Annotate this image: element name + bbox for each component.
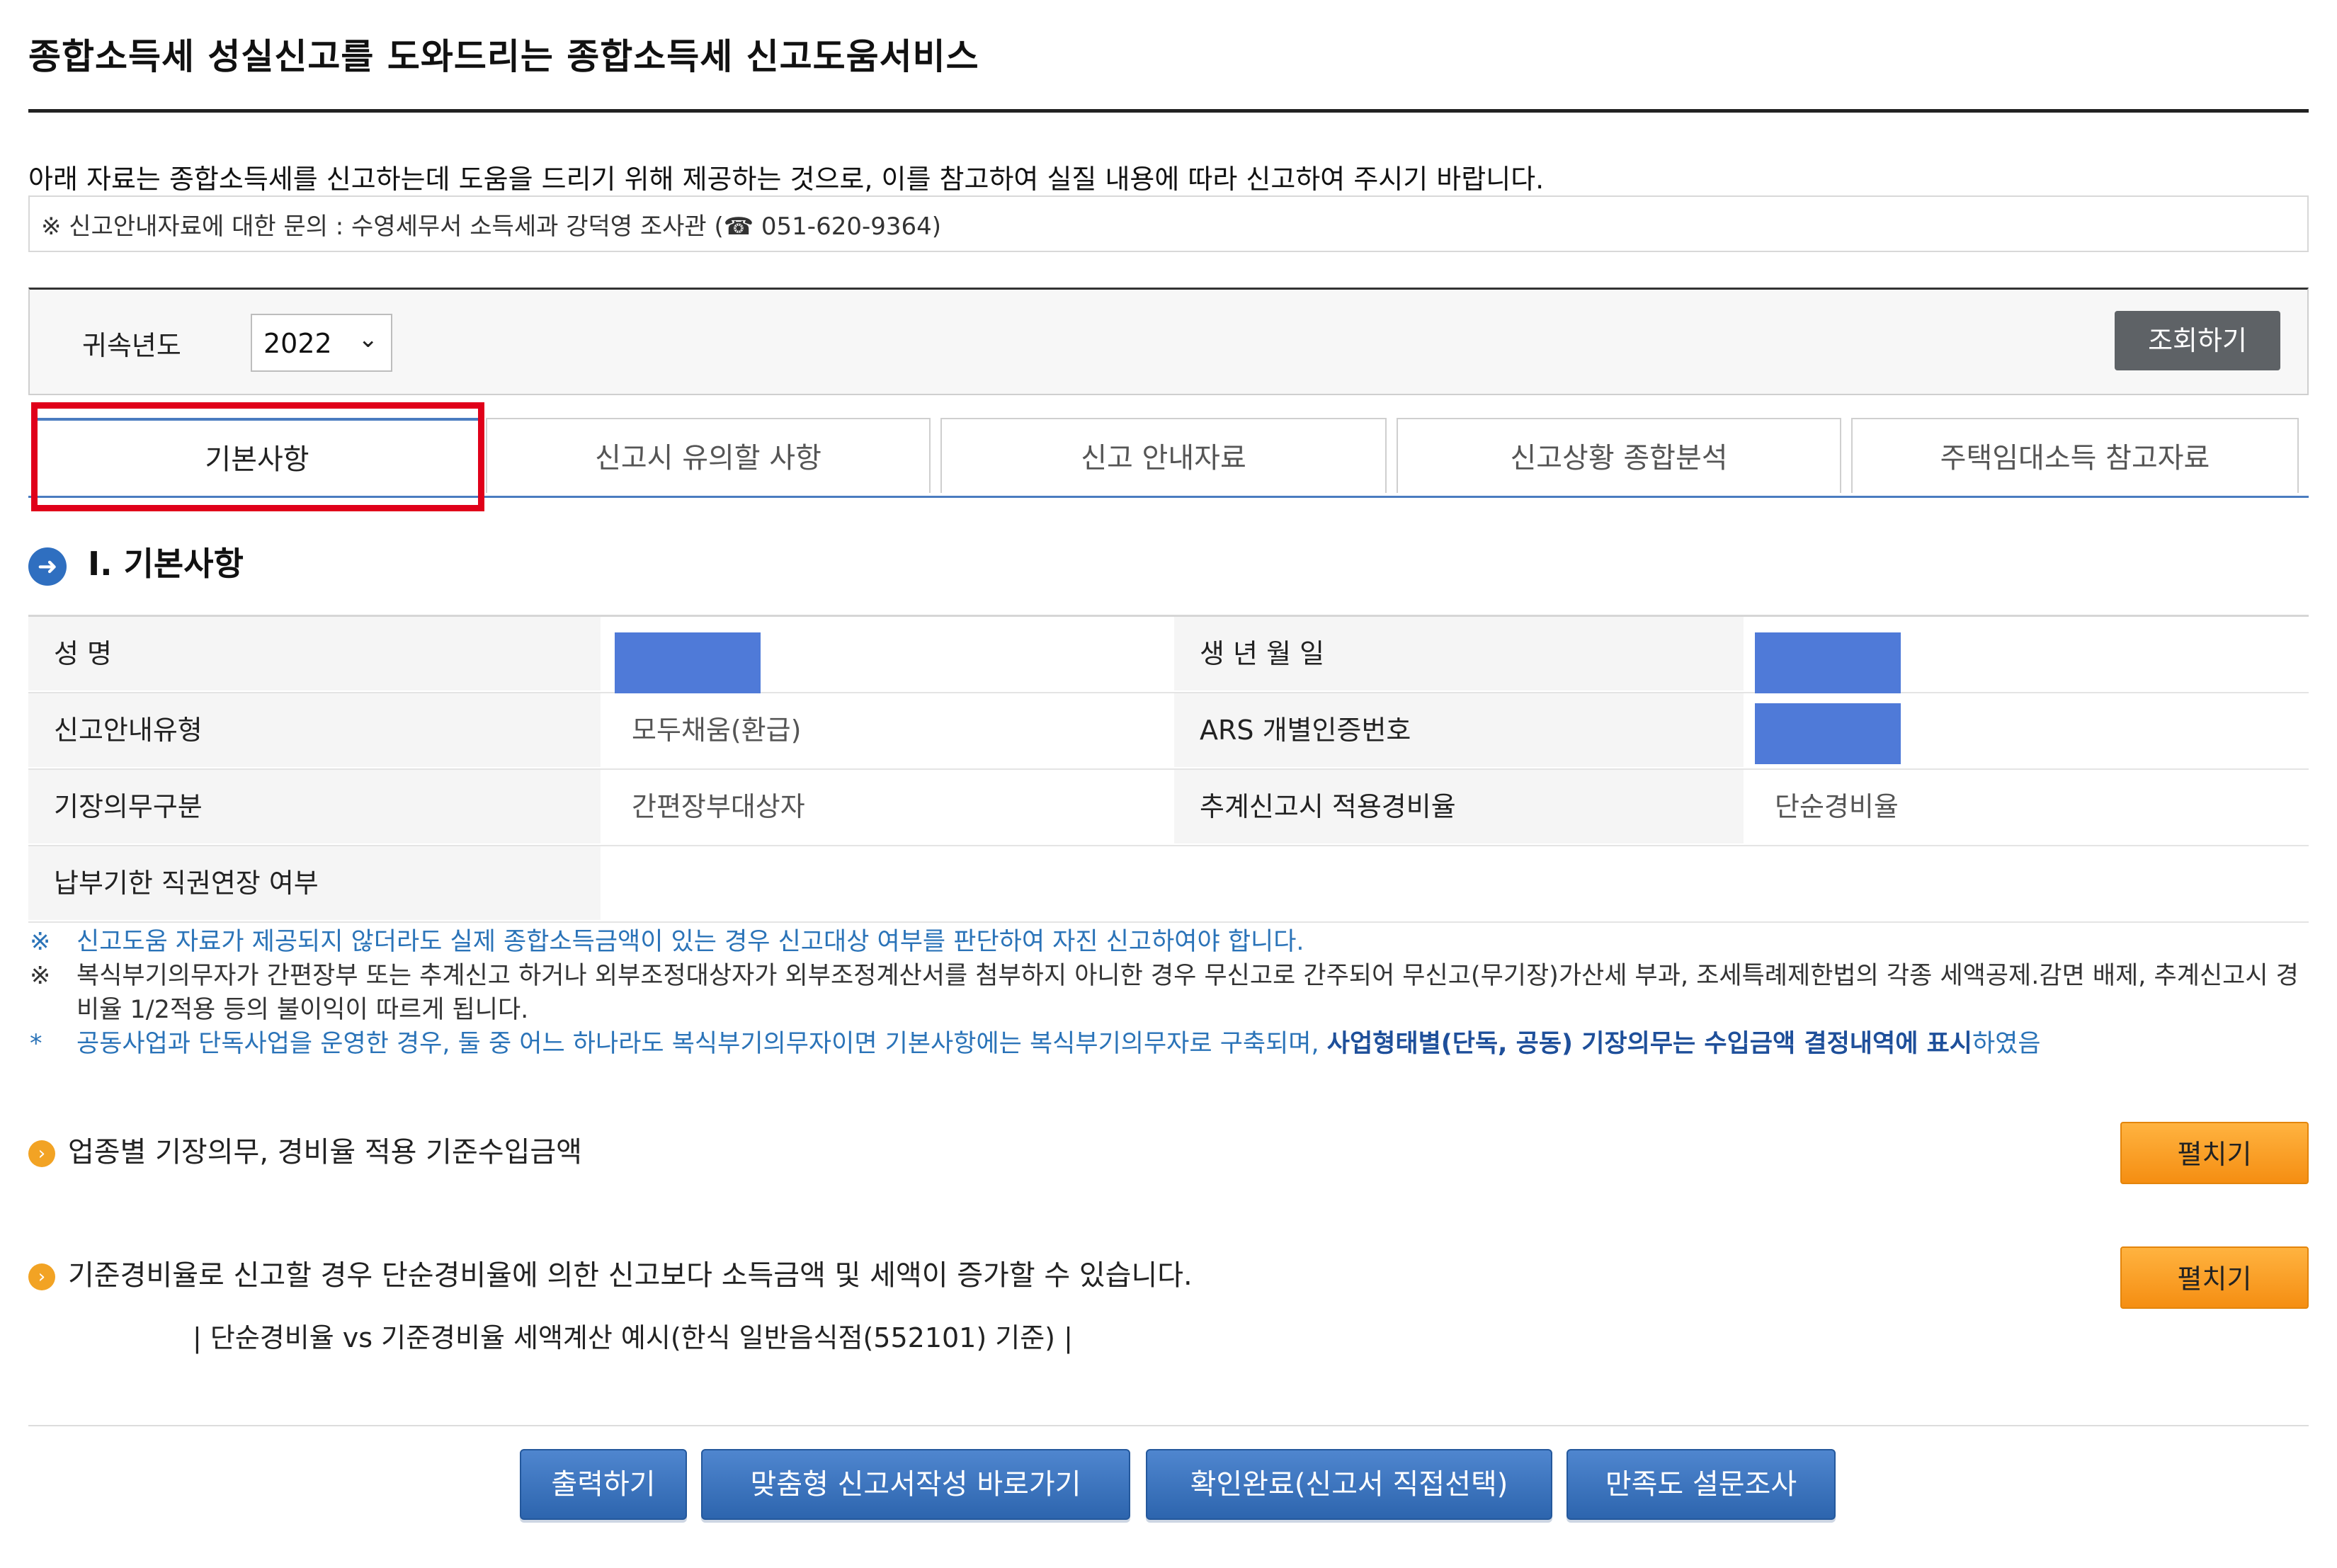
chevron-right-icon: › bbox=[28, 1140, 55, 1167]
note-item: * 공동사업과 단독사업을 운영한 경우, 둘 중 어느 하나라도 복식부기의무… bbox=[28, 1027, 2309, 1061]
bookkeeping-value: 간편장부대상자 bbox=[632, 791, 805, 822]
note-item: ※ 신고도움 자료가 제공되지 않더라도 실제 종합소득금액이 있는 경우 신고… bbox=[28, 925, 2309, 959]
tab-filing-analysis[interactable]: 신고상황 종합분석 bbox=[1397, 418, 1841, 493]
page-title: 종합소득세 성실신고를 도와드리는 종합소득세 신고도움서비스 bbox=[28, 36, 979, 77]
expand-section-rates: › 업종별 기장의무, 경비율 적용 기준수입금액 펼치기 bbox=[28, 1122, 2309, 1184]
birth-value bbox=[1744, 617, 2309, 693]
search-button[interactable]: 조회하기 bbox=[2115, 311, 2280, 370]
name-value bbox=[601, 617, 1174, 693]
expand-section-title: 기준경비율로 신고할 경우 단순경비율에 의한 신고보다 소득금액 및 세액이 … bbox=[68, 1259, 1193, 1292]
expand-section-comparison: › 기준경비율로 신고할 경우 단순경비율에 의한 신고보다 소득금액 및 세액이… bbox=[28, 1246, 2309, 1309]
note-text: 복식부기의무자가 간편장부 또는 추계신고 하거나 외부조정대상자가 외부조정계… bbox=[76, 962, 2299, 1024]
title-divider bbox=[28, 109, 2309, 113]
ars-value bbox=[1744, 693, 2309, 767]
redacted-block bbox=[615, 632, 761, 693]
guide-type-label: 신고안내유형 bbox=[28, 693, 601, 767]
notes: ※ 신고도움 자료가 제공되지 않더라도 실제 종합소득금액이 있는 경우 신고… bbox=[28, 925, 2309, 1061]
ars-label: ARS 개별인증번호 bbox=[1174, 693, 1744, 767]
redacted-block bbox=[1755, 632, 1901, 693]
example-caption: | 단순경비율 vs 기준경비율 세액계산 예시(한식 일반음식점(552101… bbox=[193, 1322, 1073, 1353]
note-item: ※ 복식부기의무자가 간편장부 또는 추계신고 하거나 외부조정대상자가 외부조… bbox=[28, 959, 2309, 1027]
inquiry-text: ※ 신고안내자료에 대한 문의 : 수영세무서 소득세과 강덕영 조사관 (☎ … bbox=[41, 212, 942, 241]
inquiry-box: ※ 신고안내자료에 대한 문의 : 수영세무서 소득세과 강덕영 조사관 (☎ … bbox=[28, 195, 2309, 252]
tab-basic-info[interactable]: 기본사항 bbox=[34, 418, 480, 493]
year-select[interactable]: 2022 ⌄ bbox=[251, 314, 392, 372]
name-label: 성 명 bbox=[28, 617, 601, 691]
deadline-value bbox=[601, 846, 2309, 920]
print-button[interactable]: 출력하기 bbox=[520, 1449, 687, 1520]
deadline-label: 납부기한 직권연장 여부 bbox=[28, 846, 601, 920]
table-row: 납부기한 직권연장 여부 bbox=[28, 846, 2309, 923]
year-select-value: 2022 bbox=[263, 328, 332, 359]
page: 종합소득세 성실신고를 도와드리는 종합소득세 신고도움서비스 아래 자료는 종… bbox=[0, 0, 2337, 1568]
estimate-rate-value: 단순경비율 bbox=[1775, 791, 1899, 822]
birth-label: 생 년 월 일 bbox=[1174, 617, 1744, 691]
custom-form-button[interactable]: 맞춤형 신고서작성 바로가기 bbox=[701, 1449, 1130, 1520]
expand-button[interactable]: 펼치기 bbox=[2120, 1122, 2309, 1184]
note-mark: ※ bbox=[30, 962, 51, 990]
table-row: 신고안내유형 모두채움(환급) ARS 개별인증번호 bbox=[28, 693, 2309, 770]
table-row: 성 명 생 년 월 일 bbox=[28, 617, 2309, 693]
bookkeeping-label: 기장의무구분 bbox=[28, 770, 601, 843]
note-text: 공동사업과 단독사업을 운영한 경우, 둘 중 어느 하나라도 복식부기의무자이… bbox=[76, 1030, 1327, 1058]
chevron-down-icon: ⌄ bbox=[358, 325, 379, 353]
intro-text: 아래 자료는 종합소득세를 신고하는데 도움을 드리기 위해 제공하는 것으로,… bbox=[28, 164, 1545, 195]
arrow-right-icon: ➜ bbox=[28, 547, 67, 586]
bottom-divider bbox=[28, 1425, 2309, 1426]
year-label: 귀속년도 bbox=[82, 330, 181, 361]
section-heading: ➜ Ⅰ. 기본사항 bbox=[28, 538, 244, 586]
tab-filing-cautions[interactable]: 신고시 유의할 사항 bbox=[486, 418, 931, 493]
note-mark: ※ bbox=[30, 928, 51, 956]
table-row: 기장의무구분 간편장부대상자 추계신고시 적용경비율 단순경비율 bbox=[28, 770, 2309, 846]
tab-rental-income[interactable]: 주택임대소득 참고자료 bbox=[1851, 418, 2299, 493]
guide-type-value: 모두채움(환급) bbox=[632, 715, 802, 746]
confirm-button[interactable]: 확인완료(신고서 직접선택) bbox=[1146, 1449, 1552, 1520]
section-heading-text: Ⅰ. 기본사항 bbox=[88, 545, 244, 583]
note-text: 하였음 bbox=[1972, 1030, 2041, 1058]
expand-section-title: 업종별 기장의무, 경비율 적용 기준수입금액 bbox=[68, 1136, 582, 1169]
note-emphasis: 사업형태별(단독, 공동) 기장의무는 수입금액 결정내역에 표시 bbox=[1326, 1030, 1972, 1058]
tab-filing-guide[interactable]: 신고 안내자료 bbox=[940, 418, 1387, 493]
survey-button[interactable]: 만족도 설문조사 bbox=[1566, 1449, 1836, 1520]
note-text: 신고도움 자료가 제공되지 않더라도 실제 종합소득금액이 있는 경우 신고대상… bbox=[76, 928, 1304, 956]
chevron-right-icon: › bbox=[28, 1263, 55, 1290]
note-mark: * bbox=[30, 1030, 42, 1058]
redacted-block bbox=[1755, 703, 1901, 764]
expand-button[interactable]: 펼치기 bbox=[2120, 1246, 2309, 1309]
tab-bar: 기본사항 신고시 유의할 사항 신고 안내자료 신고상황 종합분석 주택임대소득… bbox=[28, 418, 2309, 498]
search-bar: 귀속년도 2022 ⌄ 조회하기 bbox=[28, 288, 2309, 395]
basic-info-table: 성 명 생 년 월 일 신고안내유형 모두채움(환급) ARS 개별인증번호 기… bbox=[28, 615, 2309, 923]
estimate-rate-label: 추계신고시 적용경비율 bbox=[1174, 770, 1744, 843]
